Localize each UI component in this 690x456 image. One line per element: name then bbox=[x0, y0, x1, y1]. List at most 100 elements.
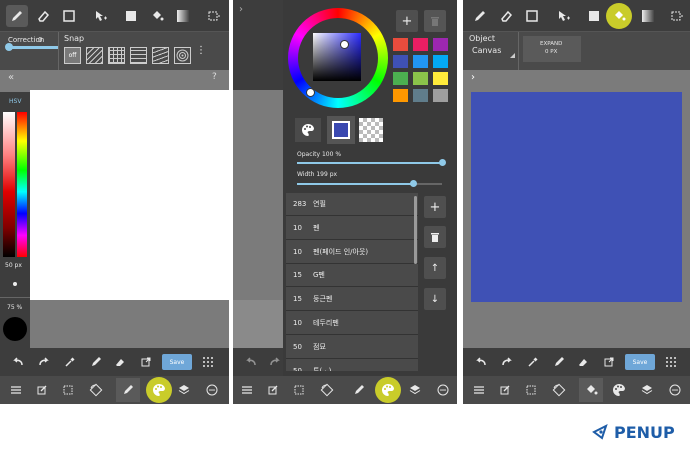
palette-swatch[interactable] bbox=[393, 38, 408, 51]
palette-swatch[interactable] bbox=[413, 89, 428, 102]
transparent-color-button[interactable] bbox=[359, 118, 383, 142]
palette-swatch[interactable] bbox=[413, 55, 428, 68]
eraser-quick-button[interactable] bbox=[575, 354, 591, 370]
move-tool-button[interactable] bbox=[553, 5, 575, 27]
add-brush-button[interactable]: + bbox=[424, 196, 446, 218]
snap-diagonal-button[interactable] bbox=[86, 47, 103, 64]
palette-swatch[interactable] bbox=[433, 72, 448, 85]
save-button[interactable]: Save bbox=[625, 354, 655, 370]
snap-grid-button[interactable] bbox=[108, 47, 125, 64]
snap-perspective-button[interactable] bbox=[152, 47, 169, 64]
layers-button[interactable] bbox=[176, 382, 192, 398]
select-button[interactable] bbox=[523, 382, 539, 398]
color-tab-button[interactable] bbox=[146, 377, 172, 403]
palette-swatch[interactable] bbox=[433, 38, 448, 51]
redo-button[interactable] bbox=[267, 354, 283, 370]
hue-bar[interactable] bbox=[17, 112, 27, 257]
move-brush-up-button[interactable]: ↑ bbox=[424, 257, 446, 279]
brush-tab-button[interactable] bbox=[351, 382, 367, 398]
more-menu-button[interactable] bbox=[435, 382, 451, 398]
palette-swatch[interactable] bbox=[413, 72, 428, 85]
pen-tool-button[interactable] bbox=[6, 5, 28, 27]
palette-mode-button[interactable] bbox=[295, 118, 321, 142]
rotate-button[interactable] bbox=[551, 382, 567, 398]
delete-color-button[interactable] bbox=[424, 10, 446, 32]
transform-button[interactable] bbox=[601, 354, 617, 370]
undo-button[interactable] bbox=[473, 354, 489, 370]
rotate-button[interactable] bbox=[88, 382, 104, 398]
snap-concentric-button[interactable] bbox=[174, 47, 191, 64]
rotate-button[interactable] bbox=[319, 382, 335, 398]
more-tools-button[interactable] bbox=[203, 5, 225, 27]
current-color-swatch[interactable] bbox=[3, 317, 27, 341]
menu-button[interactable] bbox=[239, 382, 255, 398]
eraser-tool-button[interactable] bbox=[32, 5, 54, 27]
object-dropdown[interactable]: Canvas bbox=[469, 44, 515, 58]
delete-brush-button[interactable] bbox=[424, 226, 446, 248]
edit-button[interactable] bbox=[34, 382, 50, 398]
color-tab-button[interactable] bbox=[375, 377, 401, 403]
eyedropper-button[interactable] bbox=[62, 354, 78, 370]
palette-swatch[interactable] bbox=[433, 89, 448, 102]
transform-button[interactable] bbox=[138, 354, 154, 370]
undo-button[interactable] bbox=[243, 354, 259, 370]
bucket-tab-button[interactable] bbox=[579, 378, 603, 402]
add-color-button[interactable]: + bbox=[396, 10, 418, 32]
more-menu-button[interactable] bbox=[204, 382, 220, 398]
select-button[interactable] bbox=[60, 382, 76, 398]
collapse-left-icon[interactable]: « bbox=[8, 72, 14, 83]
grid-menu-button[interactable] bbox=[663, 354, 679, 370]
brush-list-item[interactable]: 50 점묘 bbox=[286, 336, 418, 359]
correction-slider[interactable] bbox=[5, 43, 58, 51]
select-button[interactable] bbox=[291, 382, 307, 398]
grid-menu-button[interactable] bbox=[200, 354, 216, 370]
move-tool-button[interactable] bbox=[90, 5, 112, 27]
expand-chevron-icon[interactable]: › bbox=[471, 72, 475, 83]
brush-list-item[interactable]: 10 펜 bbox=[286, 217, 418, 240]
color-tab-button[interactable] bbox=[611, 382, 627, 398]
brush-list-item[interactable]: 50 투(ᆞ) bbox=[286, 360, 418, 371]
expand-field[interactable]: EXPAND 0 PX bbox=[523, 36, 581, 62]
eyedropper-button[interactable] bbox=[525, 354, 541, 370]
opacity-slider[interactable] bbox=[297, 159, 446, 166]
drawing-canvas[interactable] bbox=[30, 90, 229, 300]
palette-swatch[interactable] bbox=[393, 72, 408, 85]
help-icon[interactable]: ? bbox=[212, 72, 217, 82]
palette-swatch[interactable] bbox=[413, 38, 428, 51]
brush-list-item[interactable]: 283 연필 bbox=[286, 193, 418, 216]
pen-quick-button[interactable] bbox=[88, 354, 104, 370]
bucket-tool-button[interactable] bbox=[606, 3, 632, 29]
layers-button[interactable] bbox=[407, 382, 423, 398]
layers-button[interactable] bbox=[639, 382, 655, 398]
hue-picker-knob[interactable] bbox=[306, 88, 315, 97]
undo-button[interactable] bbox=[10, 354, 26, 370]
more-tools-button[interactable] bbox=[666, 5, 688, 27]
brush-list-item[interactable]: 10 테두리펜 bbox=[286, 312, 418, 335]
filled-canvas[interactable] bbox=[471, 92, 682, 302]
palette-swatch[interactable] bbox=[393, 89, 408, 102]
pen-tool-button[interactable] bbox=[469, 5, 491, 27]
snap-off-button[interactable]: off bbox=[64, 47, 81, 64]
slider-knob[interactable] bbox=[5, 43, 13, 51]
redo-button[interactable] bbox=[36, 354, 52, 370]
snap-more-button[interactable]: ⋮ bbox=[196, 46, 206, 62]
brush-list-item[interactable]: 15 G펜 bbox=[286, 264, 418, 288]
hue-saturation-bar[interactable] bbox=[3, 112, 15, 257]
snap-horizontal-button[interactable] bbox=[130, 47, 147, 64]
palette-swatch[interactable] bbox=[393, 55, 408, 68]
fill-shape-button[interactable] bbox=[120, 5, 142, 27]
width-slider[interactable] bbox=[297, 180, 442, 187]
sv-picker-knob[interactable] bbox=[340, 40, 349, 49]
move-brush-down-button[interactable]: ↓ bbox=[424, 288, 446, 310]
pen-quick-button[interactable] bbox=[551, 354, 567, 370]
brush-list-item[interactable]: 10 펜(페이드 인/아웃) bbox=[286, 241, 418, 264]
eraser-quick-button[interactable] bbox=[112, 354, 128, 370]
saturation-value-square[interactable] bbox=[313, 33, 361, 81]
brush-tab-button[interactable] bbox=[116, 378, 140, 402]
edit-button[interactable] bbox=[265, 382, 281, 398]
opacity-slider-knob[interactable] bbox=[438, 159, 446, 166]
width-slider-knob[interactable] bbox=[409, 180, 417, 187]
expand-chevron-icon[interactable]: › bbox=[239, 4, 243, 15]
selection-tool-button[interactable] bbox=[58, 5, 80, 27]
more-menu-button[interactable] bbox=[667, 382, 683, 398]
